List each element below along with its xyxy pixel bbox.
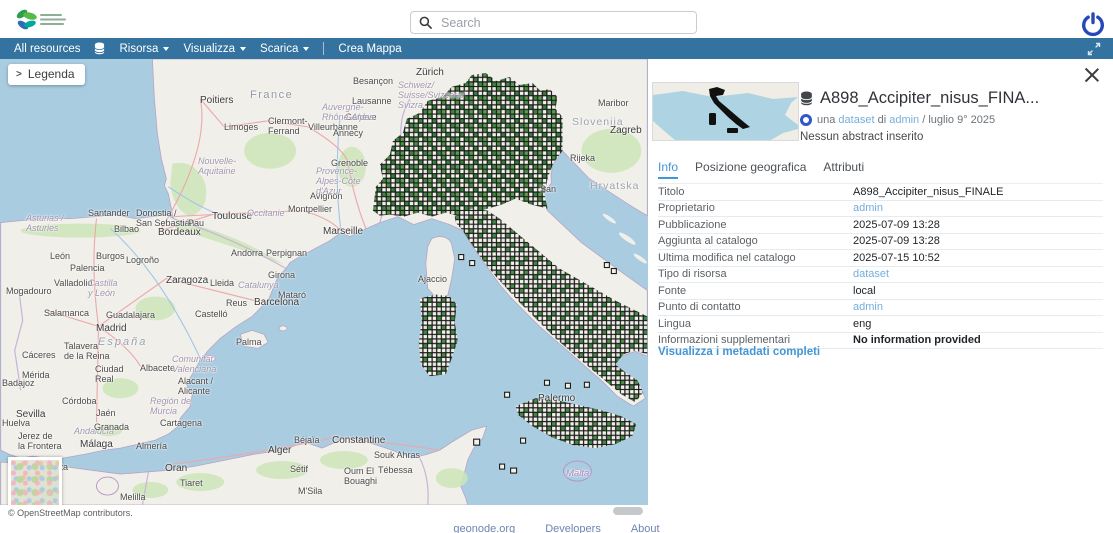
nav-dataset-icon-button[interactable] (94, 42, 105, 55)
table-row: Pubblicazione 2025-07-09 13:28 (658, 217, 1103, 234)
chevron-down-icon (240, 47, 246, 51)
chevron-down-icon (303, 47, 309, 51)
legend-button-label: Legenda (28, 67, 75, 81)
chevron-right-icon: > (16, 69, 22, 80)
tab-posizione-geografica[interactable]: Posizione geografica (695, 160, 806, 179)
table-row: Titolo A898_Accipiter_nisus_FINALE (658, 184, 1103, 201)
byline-dataset-link[interactable]: dataset (838, 114, 874, 126)
resource-thumbnail (652, 82, 799, 141)
basemap-svg (0, 59, 648, 505)
row-label: Punto di contatto (658, 301, 853, 313)
dataset-type-icon (800, 91, 813, 106)
full-metadata-link[interactable]: Visualizza i metadati completi (658, 346, 820, 358)
abstract-text: Nessun abstract inserito (800, 131, 923, 143)
detail-tabs: Info Posizione geografica Attributi (658, 160, 864, 179)
main-navbar: All resources Risorsa Visualizza Scarica… (0, 38, 1113, 59)
geonode-app: All resources Risorsa Visualizza Scarica… (0, 0, 1113, 533)
table-row: Aggiunta al catalogo 2025-07-09 13:28 (658, 234, 1103, 251)
table-row: Ultima modifica nel catalogo 2025-07-15 … (658, 250, 1103, 267)
nav-crea-mappa[interactable]: Crea Mappa (338, 43, 401, 55)
table-row: Fonte local (658, 283, 1103, 300)
row-value: local (853, 285, 876, 297)
tab-info[interactable]: Info (658, 160, 678, 179)
row-value: eng (853, 318, 871, 330)
osm-attribution: © OpenStreetMap contributors. (8, 508, 133, 518)
footer-link-developers[interactable]: Developers (545, 523, 601, 533)
login-power-button[interactable] (1080, 11, 1106, 37)
resource-title-row: A898_Accipiter_nisus_FINA... (800, 89, 1100, 108)
row-label: Lingua (658, 318, 853, 330)
row-label: Proprietario (658, 202, 853, 214)
table-row: Punto di contatto admin (658, 300, 1103, 317)
row-value[interactable]: admin (853, 202, 883, 214)
nav-menu-item[interactable]: Risorsa (119, 43, 169, 55)
tab-attributi[interactable]: Attributi (823, 160, 864, 179)
map-viewport[interactable]: FrancePoitiersLimogesClermont- FerrandVi… (0, 59, 648, 505)
resource-byline: una dataset di admin / luglio 9° 2025 (800, 114, 995, 126)
search-input[interactable] (439, 15, 688, 31)
nav-menu-item[interactable]: Visualizza (183, 43, 246, 55)
row-value[interactable]: dataset (853, 268, 889, 280)
row-label: Tipo di risorsa (658, 268, 853, 280)
metadata-table: Titolo A898_Accipiter_nisus_FINALE Propr… (658, 183, 1103, 349)
database-icon (94, 42, 105, 55)
row-value: 2025-07-09 13:28 (853, 235, 940, 247)
nav-all-resources[interactable]: All resources (14, 43, 80, 55)
row-value: 2025-07-15 10:52 (853, 252, 940, 264)
search-icon (419, 16, 432, 29)
nav-divider (323, 42, 324, 55)
horizontal-scrollbar-thumb[interactable] (613, 507, 643, 515)
expand-fullscreen-icon[interactable] (1087, 42, 1101, 56)
resource-detail-panel: A898_Accipiter_nisus_FINA... ☆ una (648, 59, 1113, 533)
row-label: Titolo (658, 186, 853, 198)
legend-toggle-button[interactable]: > Legenda (8, 64, 85, 85)
row-label: Fonte (658, 285, 853, 297)
byline-di: di (878, 114, 887, 126)
row-value[interactable]: admin (853, 301, 883, 313)
nav-menus: Risorsa Visualizza Scarica (105, 43, 309, 55)
overview-minimap[interactable] (8, 457, 62, 505)
nav-menu-item[interactable]: Scarica (260, 43, 309, 55)
table-row: Proprietario admin (658, 201, 1103, 218)
resource-status-icon (800, 114, 812, 126)
top-header (0, 0, 1113, 38)
byline-prefix: una (817, 114, 835, 126)
table-row: Lingua eng (658, 316, 1103, 333)
footer-link-about[interactable]: About (631, 523, 660, 533)
table-row: Tipo di risorsa dataset (658, 267, 1103, 284)
row-value: A898_Accipiter_nisus_FINALE (853, 186, 1003, 198)
row-label: Aggiunta al catalogo (658, 235, 853, 247)
row-label: Informazioni supplementari (658, 334, 853, 346)
page-footer: geonode.org Developers About (0, 523, 1113, 533)
site-logo[interactable] (14, 5, 84, 35)
footer-link-geonodeorg[interactable]: geonode.org (453, 523, 515, 533)
search-bar (410, 11, 697, 34)
row-value: No information provided (853, 334, 981, 346)
row-label: Pubblicazione (658, 219, 853, 231)
row-label: Ultima modifica nel catalogo (658, 252, 853, 264)
resource-title: A898_Accipiter_nisus_FINA... (820, 89, 1039, 108)
row-value: 2025-07-09 13:28 (853, 219, 940, 231)
byline-owner-link[interactable]: admin (889, 114, 919, 126)
byline-date: / luglio 9° 2025 (922, 114, 995, 126)
close-panel-button[interactable] (1082, 65, 1102, 85)
chevron-down-icon (163, 47, 169, 51)
